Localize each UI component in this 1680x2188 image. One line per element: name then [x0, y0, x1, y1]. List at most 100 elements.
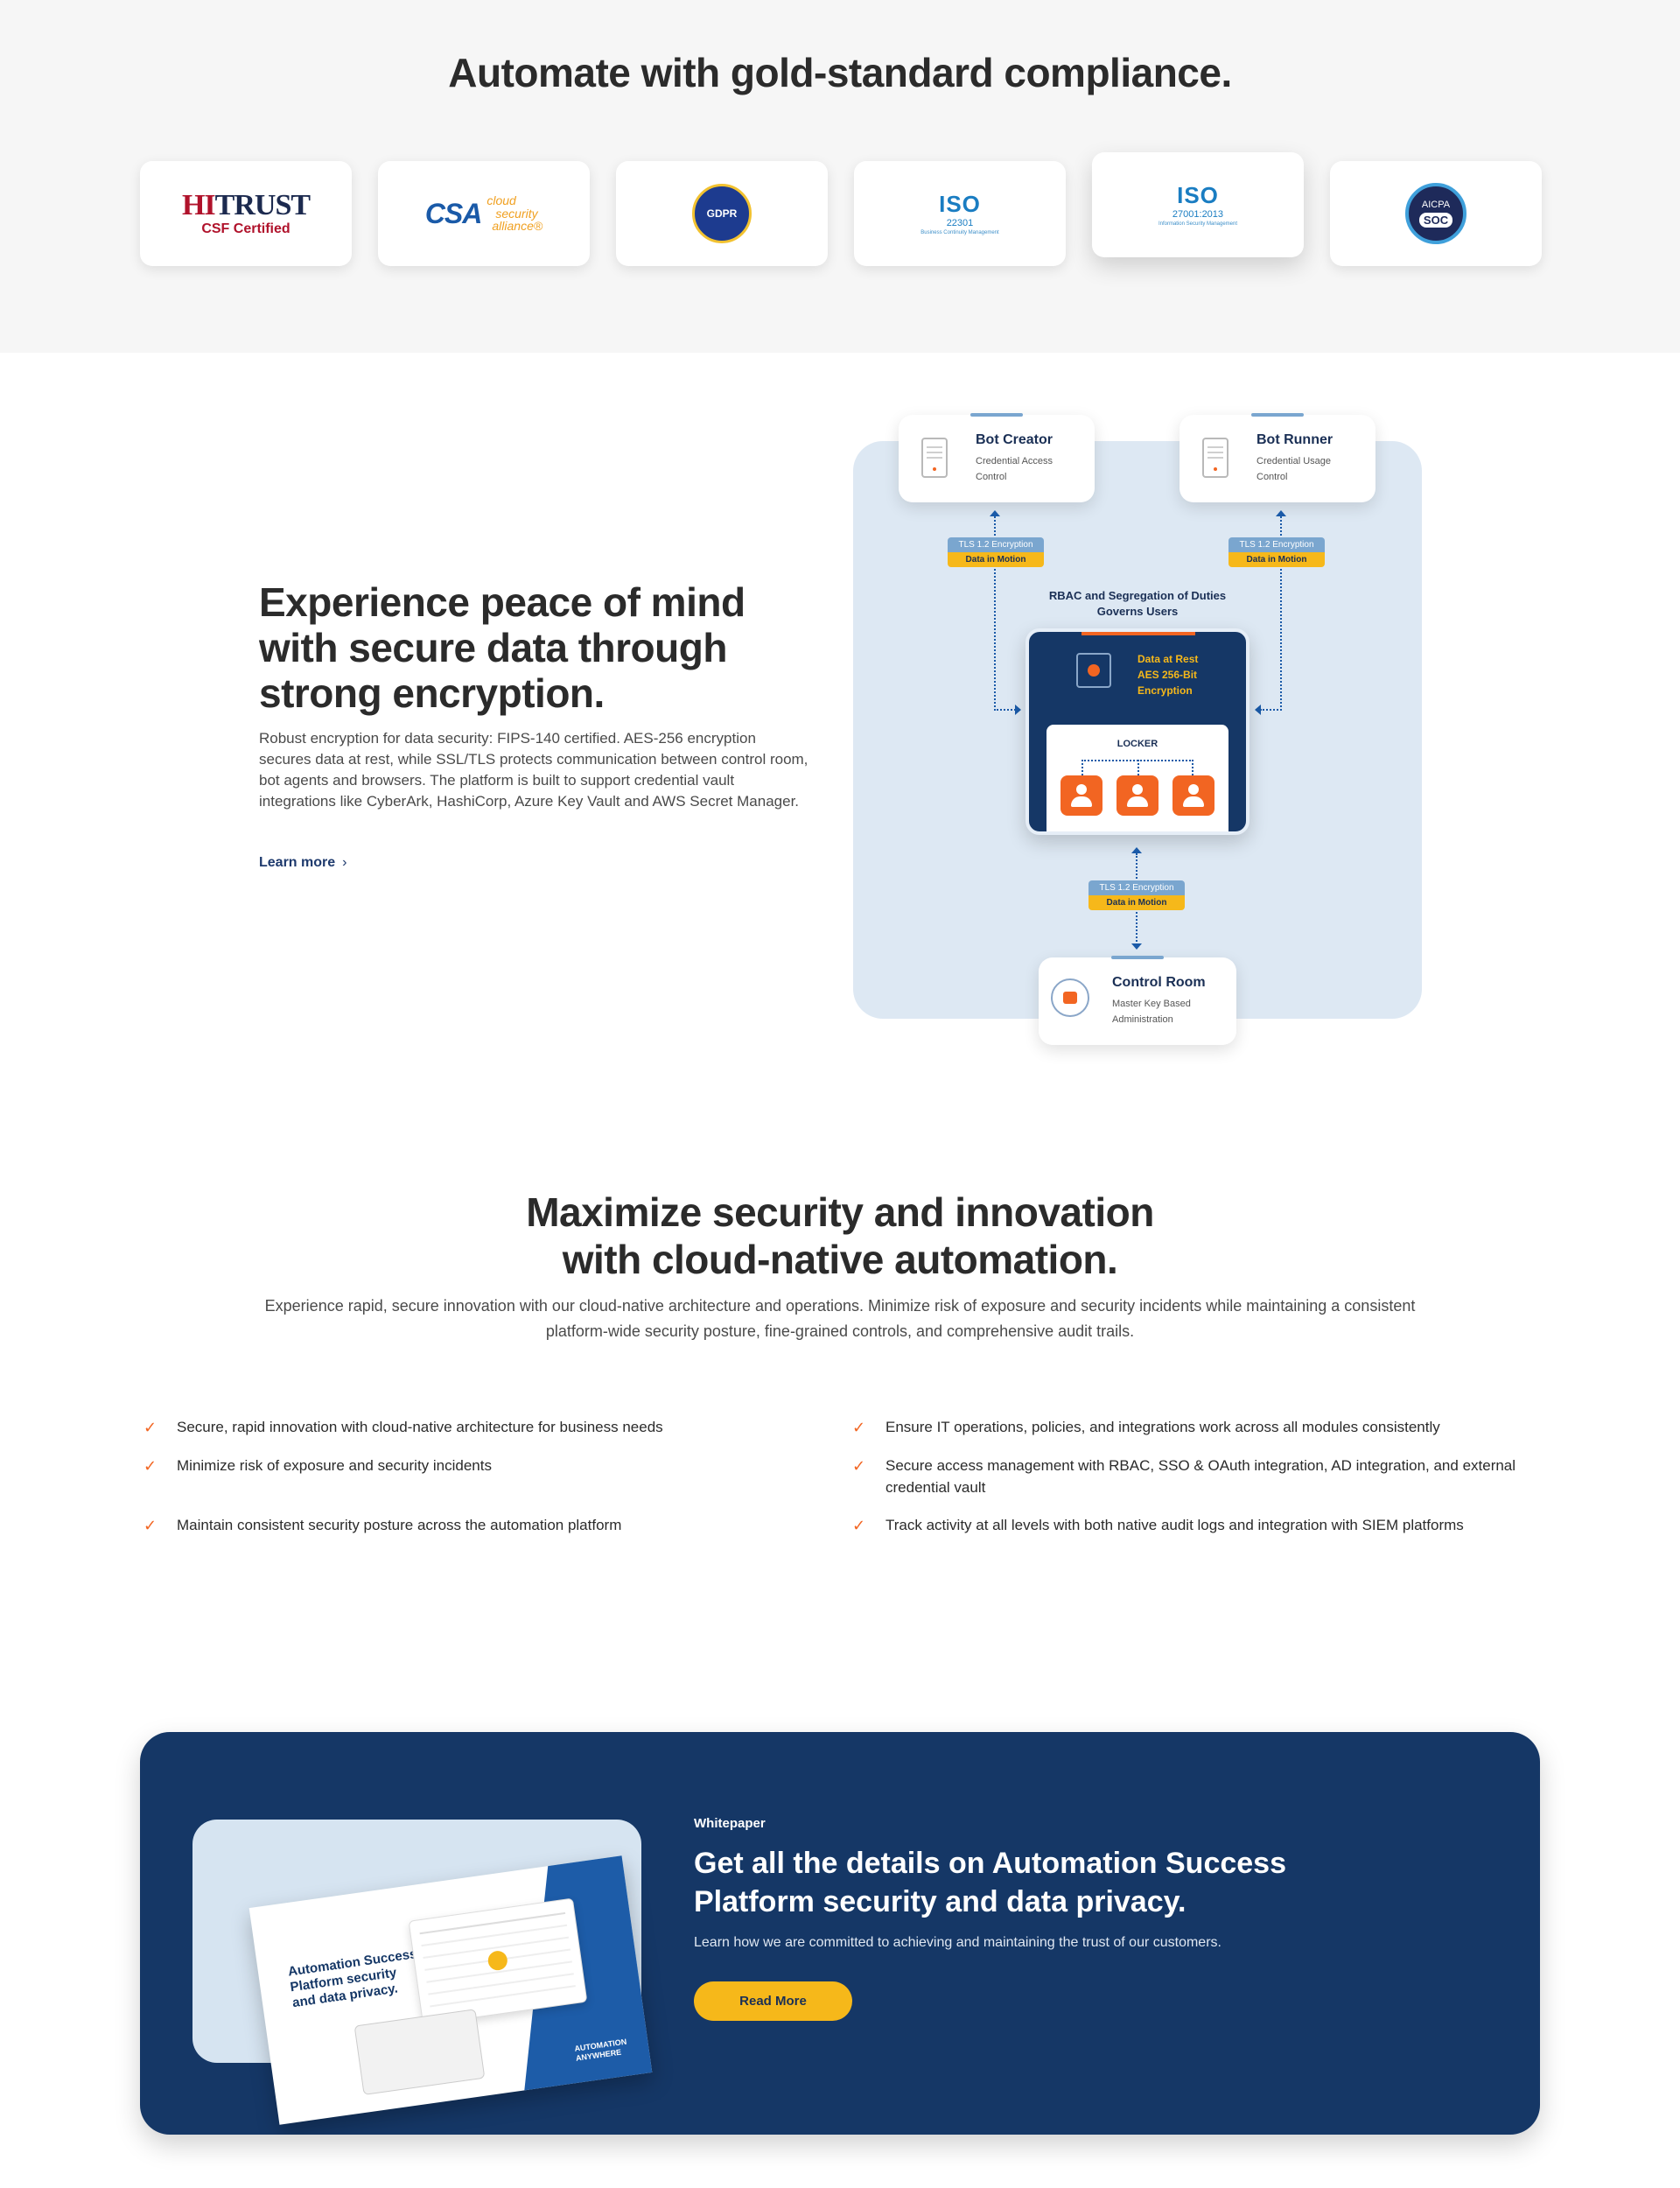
maximize-body: Experience rapid, secure innovation with…: [264, 1297, 1416, 1340]
feature-text: Ensure IT operations, policies, and inte…: [886, 1419, 1440, 1435]
whitepaper-banner: Automation Success Platform security and…: [140, 1732, 1540, 2135]
soc-label: SOC: [1418, 212, 1453, 228]
csa-mark: CSA: [424, 197, 483, 229]
control-room-title: Control Room: [1112, 975, 1206, 990]
hitrust-logo-hi: HI: [181, 189, 216, 221]
bot-creator-title: Bot Creator: [976, 432, 1054, 447]
tls-label: TLS 1.2 Encryption: [1228, 537, 1325, 552]
tls-tag-left: TLS 1.2 Encryption Data in Motion: [948, 537, 1044, 567]
iso-description: Information Security Management: [1158, 221, 1238, 227]
tls-tag-bottom: TLS 1.2 Encryption Data in Motion: [1088, 880, 1185, 910]
hitrust-logo-trust: TRUST: [214, 189, 311, 221]
hitrust-badge: HITRUST CSF Certified: [140, 161, 352, 266]
vault-topbar: [1082, 632, 1195, 635]
iso-word: ISO: [1177, 181, 1219, 208]
locker-box: LOCKER: [1046, 725, 1228, 831]
whitepaper-title: Get all the details on Automation Succes…: [694, 1847, 1286, 1918]
server-icon: [1202, 438, 1228, 478]
iso-22301-badge: ISO 22301 Business Continuity Management: [854, 161, 1066, 266]
feature-text: Minimize risk of exposure and security i…: [177, 1457, 492, 1474]
cover-screenshot-small: [354, 2009, 486, 2095]
node-topbar: [970, 413, 1023, 417]
cover-title: Automation Success Platform security and…: [287, 1946, 418, 2011]
connector-line: [1260, 709, 1282, 711]
iso-description: Business Continuity Management: [920, 229, 999, 235]
data-at-rest-line1: Data at Rest: [1138, 653, 1199, 665]
locker-label: LOCKER: [1116, 739, 1158, 749]
whitepaper-label: Whitepaper: [694, 1816, 766, 1831]
aicpa-label: AICPA: [1421, 199, 1451, 210]
feature-item: ✓ Maintain consistent security posture a…: [140, 1514, 788, 1536]
feature-item: ✓ Minimize risk of exposure and security…: [140, 1455, 788, 1476]
whitepaper-cover: Automation Success Platform security and…: [248, 1855, 653, 2125]
aicpa-soc-logo: AICPA SOC: [1405, 183, 1466, 244]
gdpr-badge: GDPR: [616, 161, 828, 266]
csa-word-cloud: cloud: [486, 193, 516, 207]
arrow-right-icon: [1015, 705, 1021, 715]
motion-label: Data in Motion: [948, 552, 1044, 567]
compliance-title: Automate with gold-standard compliance.: [448, 50, 1232, 95]
node-topbar: [1251, 413, 1304, 417]
maximize-title: Maximize security and innovation with cl…: [0, 1189, 1680, 1283]
feature-item: ✓ Track activity at all levels with both…: [849, 1514, 1479, 1536]
csa-word-security: security: [495, 206, 538, 221]
arrow-up-icon: [1276, 510, 1286, 516]
iso-word: ISO: [939, 190, 981, 217]
bot-runner-node: Bot Runner Credential Usage Control: [1180, 413, 1376, 502]
lock-icon: [1051, 978, 1089, 1017]
bot-creator-subtitle: Credential Access Control: [976, 456, 1054, 482]
iso-27001-badge[interactable]: ISO 27001:2013 Information Security Mana…: [1092, 152, 1304, 257]
learn-more-label: Learn more: [259, 855, 336, 870]
check-icon: ✓: [144, 1517, 158, 1534]
control-room-node: Control Room Master Key Based Administra…: [1039, 956, 1236, 1045]
learn-more-link[interactable]: Learn more ›: [259, 855, 346, 871]
bot-runner-title: Bot Runner: [1256, 432, 1334, 447]
aicpa-soc-badge: AICPA SOC: [1330, 161, 1542, 266]
feature-text: Track activity at all levels with both n…: [886, 1517, 1464, 1533]
iso-22301-logo: ISO 22301 Business Continuity Management: [920, 193, 998, 235]
iso-number: 27001:2013: [1172, 208, 1224, 220]
check-icon: ✓: [852, 1419, 866, 1436]
maximize-title-line1: Maximize security and innovation: [526, 1189, 1154, 1235]
connector-line: [994, 709, 1016, 711]
whitepaper-image-frame: Automation Success Platform security and…: [192, 1820, 653, 2125]
read-more-button[interactable]: Read More: [694, 1981, 852, 2021]
csa-logo: CSA cloud security alliance®: [425, 194, 542, 233]
vault-node: Data at Rest AES 256-Bit Encryption LOCK…: [1026, 628, 1250, 835]
server-icon: [921, 438, 948, 478]
locker-connector: [1138, 760, 1139, 775]
iso-number: 22301: [946, 217, 974, 228]
bot-creator-node: Bot Creator Credential Access Control: [899, 413, 1095, 502]
csa-badge: CSA cloud security alliance®: [378, 161, 590, 266]
gdpr-logo: GDPR: [692, 184, 752, 243]
data-at-rest-line3: Encryption: [1138, 684, 1193, 697]
iso-27001-logo: ISO 27001:2013 Information Security Mana…: [1158, 184, 1237, 227]
arrow-up-icon: [1131, 847, 1142, 853]
feature-item: ✓ Ensure IT operations, policies, and in…: [849, 1416, 1496, 1438]
feature-item: ✓ Secure access management with RBAC, SS…: [849, 1455, 1531, 1498]
encryption-body: Robust encryption for data security: FIP…: [259, 730, 808, 810]
gdpr-label: GDPR: [706, 207, 738, 220]
arrow-up-icon: [990, 510, 1000, 516]
data-at-rest-label: Data at Rest AES 256-Bit Encryption: [1138, 651, 1198, 698]
check-icon: ✓: [144, 1419, 158, 1436]
feature-text: Secure access management with RBAC, SSO …: [886, 1457, 1516, 1496]
rbac-label: RBAC and Segregation of Duties Governs U…: [1048, 589, 1227, 618]
tls-label: TLS 1.2 Encryption: [1088, 880, 1185, 895]
tls-label: TLS 1.2 Encryption: [948, 537, 1044, 552]
node-topbar: [1111, 956, 1164, 959]
encryption-title: Experience peace of mind with secure dat…: [259, 579, 746, 716]
motion-label: Data in Motion: [1228, 552, 1325, 567]
feature-item: ✓ Secure, rapid innovation with cloud-na…: [140, 1416, 788, 1438]
feature-text: Secure, rapid innovation with cloud-nati…: [177, 1419, 663, 1435]
check-icon: ✓: [852, 1517, 866, 1534]
check-icon: ✓: [144, 1457, 158, 1475]
chevron-right-icon: ›: [342, 855, 347, 870]
arrow-left-icon: [1255, 705, 1261, 715]
compliance-section: Automate with gold-standard compliance. …: [0, 0, 1680, 353]
csa-word-alliance: alliance®: [492, 219, 543, 234]
check-icon: ✓: [852, 1457, 866, 1475]
user-icon: [1060, 775, 1102, 816]
hitrust-logo: HITRUST CSF Certified: [181, 189, 311, 236]
arrow-down-icon: [1131, 943, 1142, 950]
